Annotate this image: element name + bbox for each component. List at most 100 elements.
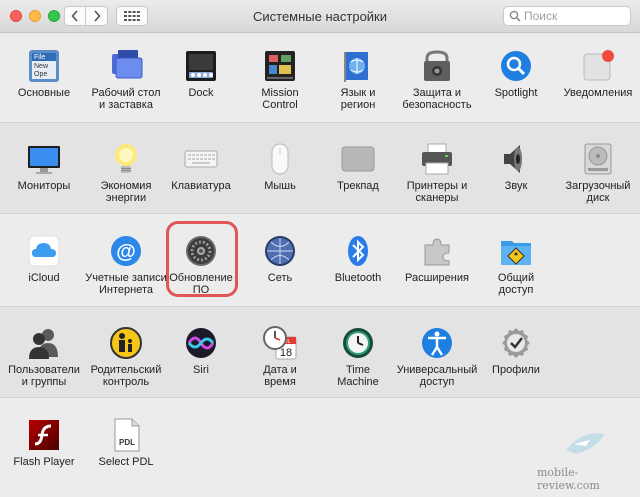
pref-time-machine[interactable]: Time Machine bbox=[318, 325, 398, 405]
pref-icloud[interactable]: iCloud bbox=[4, 233, 84, 313]
pref-label-line-1: Mission bbox=[261, 87, 299, 99]
pref-startup-disk[interactable]: Загрузочный диск bbox=[558, 141, 638, 221]
pref-dock[interactable]: Dock bbox=[161, 48, 241, 128]
pref-label-line-2: Control bbox=[262, 99, 298, 111]
icloud-icon bbox=[28, 235, 60, 267]
accessibility-icon bbox=[422, 328, 452, 358]
pref-label-line-1: Расширения bbox=[405, 272, 469, 284]
parental-controls-icon bbox=[110, 327, 142, 359]
pref-label-line-1: Сеть bbox=[267, 272, 293, 284]
pref-language-region[interactable]: Язык и регион bbox=[318, 48, 398, 128]
pref-label: Основные bbox=[0, 87, 88, 99]
startup-disk-icon bbox=[584, 143, 612, 175]
time-machine-icon bbox=[343, 328, 373, 358]
pref-label-line-1: Клавиатура bbox=[171, 180, 231, 192]
profiles-icon bbox=[502, 328, 530, 358]
pref-label-line-1: Язык и bbox=[340, 87, 376, 99]
pref-profiles[interactable]: Профили bbox=[476, 325, 556, 405]
bluetooth-icon bbox=[348, 236, 368, 266]
pref-notifications[interactable]: Уведомления bbox=[558, 48, 638, 128]
flash-player-icon bbox=[29, 420, 59, 450]
svg-text:@: @ bbox=[116, 241, 136, 263]
search-input[interactable] bbox=[524, 8, 624, 24]
pref-label-line-1: Spotlight bbox=[494, 87, 538, 99]
pref-label-line-1: Звук bbox=[504, 180, 528, 192]
pref-desktop-screensaver[interactable]: Рабочий стол и заставка bbox=[86, 48, 166, 128]
pref-sharing[interactable]: Общий доступ bbox=[476, 233, 556, 313]
pref-label-line-1: Основные bbox=[17, 87, 71, 99]
pref-label: iCloud bbox=[0, 272, 88, 284]
pref-label: Мышь bbox=[236, 180, 324, 192]
watermark-logo-icon bbox=[566, 433, 604, 454]
pref-trackpad[interactable]: Трекпад bbox=[318, 141, 398, 221]
pref-general[interactable]: File New Ope Основные bbox=[4, 48, 84, 128]
pref-energy[interactable]: Экономия энергии bbox=[86, 141, 166, 221]
pref-label-line-1: Общий bbox=[497, 272, 535, 284]
pref-label: Flash Player bbox=[0, 456, 88, 468]
pref-label-line-2: и заставка bbox=[99, 99, 153, 111]
search-field[interactable] bbox=[503, 6, 631, 26]
pref-label: Защита и безопасность bbox=[393, 87, 481, 111]
pref-siri[interactable]: Siri bbox=[161, 325, 241, 405]
pref-label-line-2: Machine bbox=[337, 376, 379, 388]
pref-label: Клавиатура bbox=[157, 180, 245, 192]
pref-mouse[interactable]: Мышь bbox=[240, 141, 320, 221]
pref-accessibility[interactable]: Универсальный доступ bbox=[397, 325, 477, 405]
pref-label: Язык и регион bbox=[314, 87, 402, 111]
pref-label: Профили bbox=[472, 364, 560, 376]
pref-printers[interactable]: Принтеры и сканеры bbox=[397, 141, 477, 221]
mouse-icon bbox=[271, 143, 289, 175]
pref-security[interactable]: Защита и безопасность bbox=[397, 48, 477, 128]
pref-label: Mission Control bbox=[236, 87, 324, 111]
pref-label-line-1: Bluetooth bbox=[334, 272, 382, 284]
security-icon bbox=[424, 50, 450, 81]
pref-label-line-2: доступ bbox=[498, 284, 534, 296]
pref-label-line-2: энергии bbox=[105, 192, 147, 204]
pref-internet-accounts[interactable]: @ Учетные записи Интернета bbox=[85, 233, 167, 313]
pref-label-line-1: Трекпад bbox=[337, 180, 379, 192]
pref-mission-control[interactable]: Mission Control bbox=[240, 48, 320, 128]
pref-keyboard[interactable]: Клавиатура bbox=[161, 141, 241, 221]
svg-text:PDL: PDL bbox=[119, 438, 135, 447]
svg-text:New: New bbox=[34, 63, 49, 70]
pref-users-groups[interactable]: Пользователи и группы bbox=[4, 325, 84, 405]
energy-icon bbox=[115, 144, 137, 173]
highlight-frame bbox=[166, 221, 238, 297]
general-icon: File NewOpe bbox=[29, 50, 59, 82]
pref-sound[interactable]: Звук bbox=[476, 141, 556, 221]
pref-label: Select PDL bbox=[82, 456, 170, 468]
pref-parental-controls[interactable]: Родительский контроль bbox=[86, 325, 166, 405]
pref-label-line-1: Принтеры и bbox=[406, 180, 468, 192]
pref-label-line-2: безопасность bbox=[402, 99, 472, 111]
titlebar: Системные настройки bbox=[0, 0, 640, 33]
pref-label-line-1: Select PDL bbox=[98, 456, 154, 468]
trackpad-icon bbox=[341, 146, 375, 172]
pref-network[interactable]: Сеть bbox=[240, 233, 320, 313]
pref-label: Уведомления bbox=[554, 87, 640, 99]
mission-control-icon bbox=[265, 51, 295, 81]
search-icon bbox=[509, 10, 521, 22]
siri-icon bbox=[186, 328, 216, 358]
pref-spotlight[interactable]: Spotlight bbox=[476, 48, 556, 128]
internet-accounts-icon: @ bbox=[111, 236, 141, 266]
pref-label-line-1: Flash Player bbox=[13, 456, 75, 468]
pref-label-line-1: Time bbox=[345, 364, 371, 376]
pref-label: Общий доступ bbox=[472, 272, 560, 296]
pref-label: Пользователи и группы bbox=[0, 364, 88, 388]
pref-label-line-1: Профили bbox=[492, 364, 540, 376]
pref-label: Загрузочный диск bbox=[554, 180, 640, 204]
pref-bluetooth[interactable]: Bluetooth bbox=[318, 233, 398, 313]
pref-label-line-2: контроль bbox=[102, 376, 150, 388]
pref-flash-player[interactable]: Flash Player bbox=[4, 417, 84, 497]
pref-extensions[interactable]: Расширения bbox=[397, 233, 477, 313]
pref-displays[interactable]: Мониторы bbox=[4, 141, 84, 221]
pref-label: Bluetooth bbox=[314, 272, 402, 284]
users-groups-icon bbox=[29, 329, 58, 359]
pref-date-time[interactable]: JUL18 Дата ивремя bbox=[240, 325, 320, 405]
select-pdl-icon: PDL bbox=[114, 418, 140, 452]
svg-text:18: 18 bbox=[280, 347, 292, 359]
sound-icon bbox=[504, 145, 522, 173]
pref-label: Мониторы bbox=[0, 180, 88, 192]
pref-select-pdl[interactable]: PDL Select PDL bbox=[86, 417, 166, 497]
pref-label: Расширения bbox=[393, 272, 481, 284]
